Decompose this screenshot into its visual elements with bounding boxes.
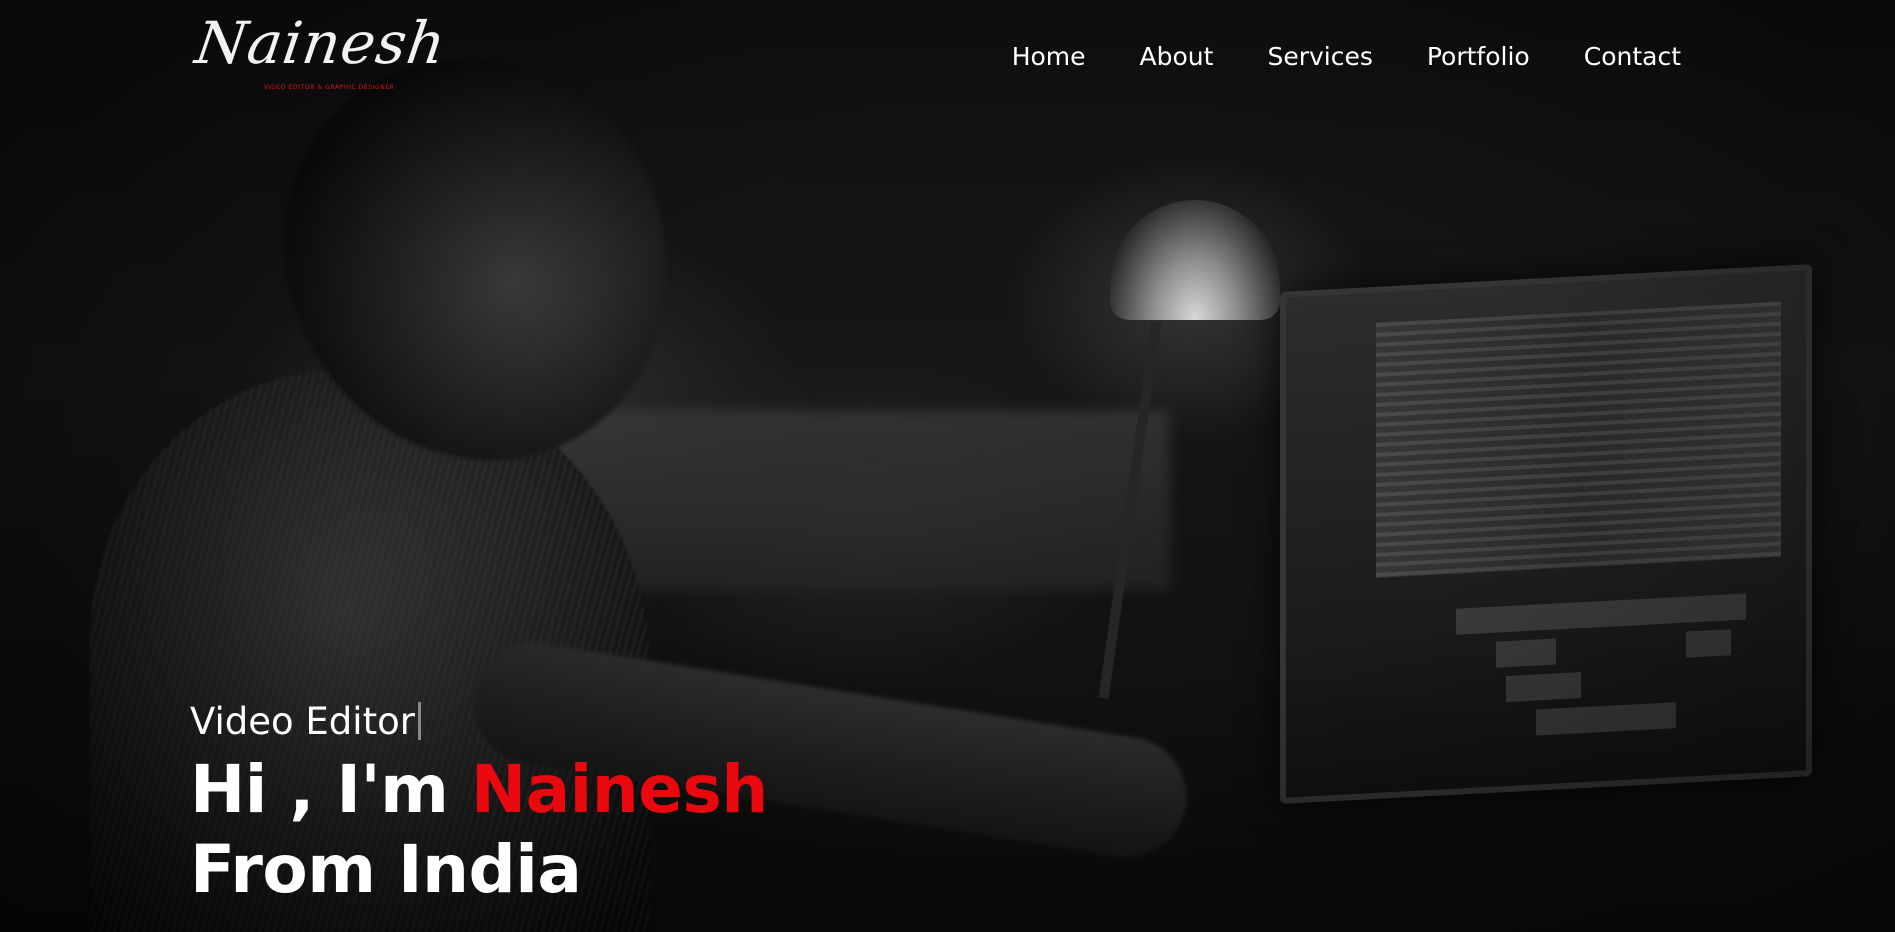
typed-role-text: Video Editor — [190, 700, 415, 743]
main-nav: Home About Services Portfolio Contact — [1012, 42, 1681, 71]
nav-link-portfolio[interactable]: Portfolio — [1427, 42, 1530, 71]
hero-section: Nainesh VIDEO EDITOR & GRAPHIC DESIGNER … — [0, 0, 1895, 932]
hero-origin: From India — [190, 831, 582, 908]
navbar: Nainesh VIDEO EDITOR & GRAPHIC DESIGNER … — [0, 0, 1895, 118]
typing-cursor — [417, 702, 421, 740]
nav-link-services[interactable]: Services — [1267, 42, 1372, 71]
hero-name: Nainesh — [470, 751, 768, 828]
nav-link-contact[interactable]: Contact — [1584, 42, 1681, 71]
hero-headline-line-1: Hi , I'm Nainesh — [190, 750, 768, 830]
typing-role-line: Video Editor — [190, 694, 768, 750]
hero-text-block: Video Editor Hi , I'm Nainesh From India — [190, 694, 768, 910]
nav-link-home[interactable]: Home — [1012, 42, 1086, 71]
logo-tagline: VIDEO EDITOR & GRAPHIC DESIGNER — [264, 84, 395, 91]
logo-wordmark: Nainesh — [191, 9, 451, 77]
nav-link-about[interactable]: About — [1140, 42, 1214, 71]
hero-greeting: Hi , I'm — [190, 751, 449, 828]
logo[interactable]: Nainesh VIDEO EDITOR & GRAPHIC DESIGNER — [191, 9, 450, 98]
